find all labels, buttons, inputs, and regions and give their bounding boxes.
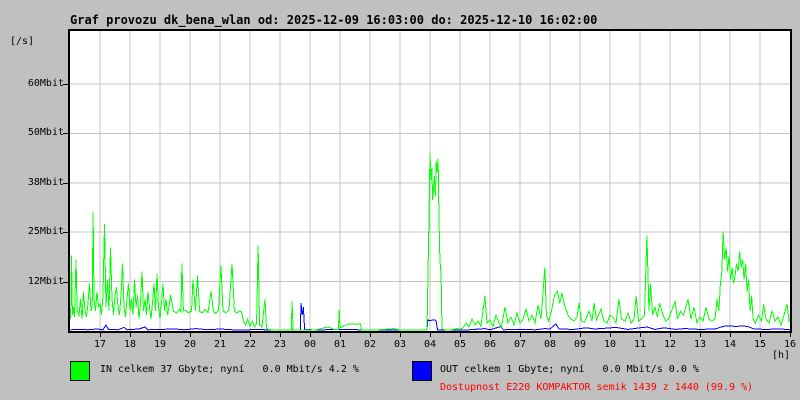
x-axis-tick-label: 21	[213, 339, 227, 350]
x-axis-tick-label: 00	[303, 339, 317, 350]
x-axis-tick-mark	[550, 333, 551, 337]
x-axis-tick-mark	[610, 333, 611, 337]
x-axis-tick-mark	[250, 333, 251, 337]
x-axis-tick-mark	[400, 333, 401, 337]
y-axis-unit-label: [/s]	[10, 36, 35, 47]
x-axis-tick-label: 11	[633, 339, 647, 350]
x-axis-tick-label: 06	[483, 339, 497, 350]
x-axis-tick-label: 02	[363, 339, 377, 350]
x-axis-tick-mark	[130, 333, 131, 337]
y-axis-tick-mark	[63, 84, 68, 85]
x-axis-tick-mark	[460, 333, 461, 337]
x-axis-tick-label: 09	[573, 339, 587, 350]
y-axis-tick-mark	[63, 133, 68, 135]
x-axis-tick-label: 18	[123, 339, 137, 350]
x-axis-tick-mark	[310, 333, 311, 337]
x-axis-tick-mark	[370, 333, 371, 337]
availability-status-text: Dostupnost E220 KOMPAKTOR semik 1439 z 1…	[440, 382, 754, 393]
page-title: Graf provozu dk_bena_wlan od: 2025-12-09…	[70, 13, 598, 27]
x-axis-tick-mark	[490, 333, 491, 337]
x-axis-tick-mark	[700, 333, 701, 337]
x-axis-tick-label: 13	[693, 339, 707, 350]
traffic-chart-canvas	[70, 31, 790, 331]
x-axis-tick-mark	[100, 333, 101, 337]
legend-in-label: IN celkem 37 Gbyte; nyní 0.0 Mbit/s 4.2 …	[100, 364, 359, 375]
mrtg-traffic-graph-page: Graf provozu dk_bena_wlan od: 2025-12-09…	[0, 0, 800, 400]
x-axis-tick-mark	[190, 333, 191, 337]
y-axis-tick-mark	[63, 182, 68, 184]
y-axis-tick-label: 12Mbit	[27, 275, 64, 287]
x-axis-tick-mark	[760, 333, 761, 337]
x-axis-tick-mark	[280, 333, 281, 337]
x-axis-tick-label: 01	[333, 339, 347, 350]
x-axis-tick-label: 17	[93, 339, 107, 350]
y-axis-tick-label: 60Mbit	[27, 78, 64, 89]
y-axis-tick-mark	[63, 232, 68, 234]
x-axis-tick-mark	[160, 333, 161, 337]
x-axis-tick-mark	[580, 333, 581, 337]
x-axis-tick-label: 22	[243, 339, 257, 350]
x-axis-tick-label: 05	[453, 339, 467, 350]
x-axis-tick-mark	[790, 333, 791, 337]
y-axis-tick-label: 38Mbit	[27, 176, 64, 188]
x-axis-tick-label: 20	[183, 339, 197, 350]
y-axis-tick-label: 25Mbit	[27, 226, 64, 238]
x-axis-unit-label: [h]	[771, 350, 790, 361]
x-axis-tick-label: 19	[153, 339, 167, 350]
legend-in-swatch	[70, 361, 90, 381]
y-axis-tick-mark	[63, 281, 68, 283]
legend-out-swatch	[412, 361, 432, 381]
traffic-plot-area	[68, 29, 792, 333]
x-axis-tick-label: 03	[393, 339, 407, 350]
y-axis-tick-label: 50Mbit	[27, 127, 64, 139]
x-axis-tick-label: 23	[273, 339, 287, 350]
x-axis-tick-label: 12	[663, 339, 677, 350]
x-axis-tick-mark	[520, 333, 521, 337]
x-axis-tick-label: 04	[423, 339, 437, 350]
x-axis-tick-mark	[730, 333, 731, 337]
x-axis-tick-label: 07	[513, 339, 527, 350]
x-axis-tick-mark	[670, 333, 671, 337]
x-axis-tick-mark	[640, 333, 641, 337]
x-axis-tick-mark	[430, 333, 431, 337]
x-axis-tick-label: 14	[723, 339, 737, 350]
legend-out-label: OUT celkem 1 Gbyte; nyní 0.0 Mbit/s 0.0 …	[440, 364, 699, 375]
x-axis-tick-mark	[340, 333, 341, 337]
x-axis-tick-label: 08	[543, 339, 557, 350]
x-axis-tick-label: 10	[603, 339, 617, 350]
x-axis-tick-mark	[220, 333, 221, 337]
